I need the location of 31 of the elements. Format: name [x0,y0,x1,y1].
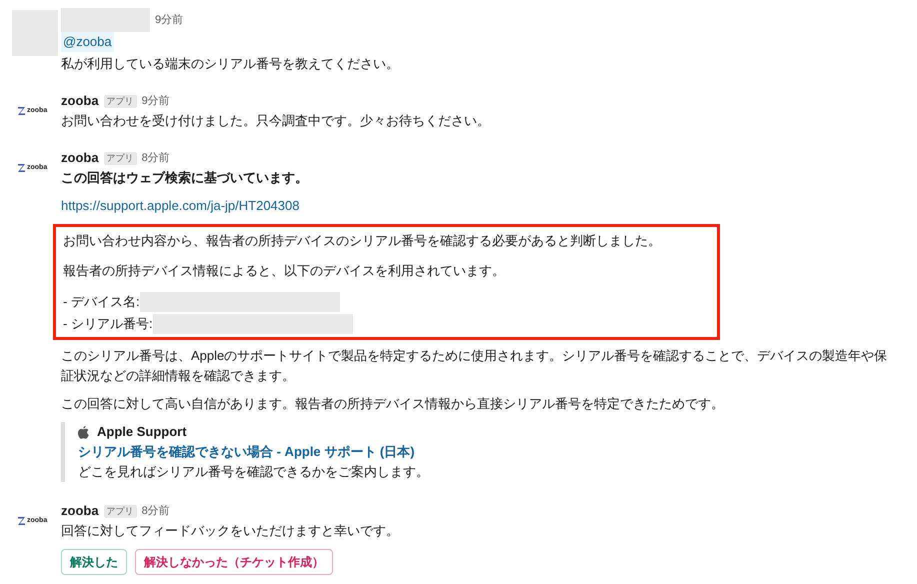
logo-icon [18,107,25,115]
logo-icon [18,164,25,172]
mention-link[interactable]: @zooba [61,32,114,52]
url-link[interactable]: https://support.apple.com/ja-jp/HT204308 [61,198,300,213]
message-text: お問い合わせ内容から、報告者の所持デバイスのシリアル番号を確認する必要があると判断しました。 [63,232,662,250]
message-text: 私が利用している端末のシリアル番号を教えてください。 [61,55,400,73]
timestamp: 9分前 [155,13,184,28]
timestamp: 8分前 [142,504,170,519]
timestamp: 9分前 [142,94,170,109]
app-tag: アプリ [104,152,137,164]
message-text: この回答に対して高い自信があります。報告者の所持デバイス情報から直接シリアル番号を特定できたためです。 [61,395,725,413]
sender-name: zooba [61,149,99,167]
apple-icon [78,426,89,438]
preview-title-link[interactable]: シリアル番号を確認できない場合 - Apple サポート (日本) [78,442,899,462]
field-label: - シリアル番号: [63,315,153,333]
sender-name: zooba [61,502,99,520]
message-text: 報告者の所持デバイス情報によると、以下のデバイスを利用されています。 [63,262,506,280]
message-text: お問い合わせを受け付けました。只今調査中です。少々お待ちください。 [61,112,491,130]
message-text: この回答はウェブ検索に基づいています。 [61,169,309,187]
resolved-button[interactable]: 解決した [61,549,127,575]
field-label: - デバイス名: [63,293,140,311]
app-tag: アプリ [104,94,137,108]
timestamp: 8分前 [142,151,170,166]
site-name: Apple Support [97,423,187,441]
message-text: 回答に対してフィードバックをいただけますと幸いです。 [61,522,400,540]
message-text: このシリアル番号は、Appleのサポートサイトで製品を特定するために使用されます。シリアル番号を確認することで、デバイスの製造年や保証状況などの詳細情報を確認できます。 [61,347,888,385]
app-tag: アプリ [104,504,137,518]
logo-icon [18,517,25,525]
preview-description: どこを見ればシリアル番号を確認できるかをご案内します。 [78,463,430,481]
sender-name: zooba [61,92,99,110]
unresolved-button[interactable]: 解決しなかった（チケット作成） [135,549,333,575]
